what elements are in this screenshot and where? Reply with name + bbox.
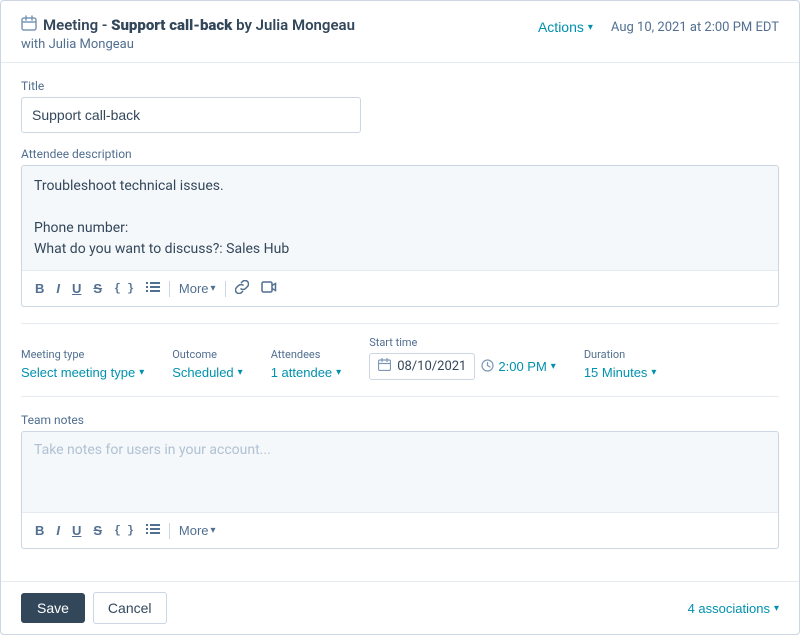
desc-line2 <box>34 197 766 218</box>
toolbar-separator-2 <box>225 281 226 297</box>
associations-label: 4 associations <box>688 601 770 616</box>
description-section: Attendee description Troubleshoot techni… <box>21 147 779 307</box>
save-button[interactable]: Save <box>21 593 85 623</box>
notes-bold-button[interactable]: B <box>30 520 49 541</box>
link-icon <box>235 280 249 297</box>
footer-actions: Save Cancel <box>21 592 167 624</box>
title-text: Meeting - Support call-back by Julia Mon… <box>43 16 355 34</box>
body: Title Attendee description Troubleshoot … <box>1 63 799 581</box>
title-suffix: by Julia Mongeau <box>232 16 355 34</box>
description-box: Troubleshoot technical issues. Phone num… <box>21 165 779 307</box>
link-button[interactable] <box>230 277 254 300</box>
notes-code-button[interactable]: { } <box>109 522 139 540</box>
bold-button[interactable]: B <box>30 278 49 299</box>
header-date: Aug 10, 2021 at 2:00 PM EDT <box>611 20 779 35</box>
associations-chevron-icon: ▾ <box>774 603 779 614</box>
more-button-desc[interactable]: More ▾ <box>174 278 221 299</box>
toolbar-separator-1 <box>169 281 170 297</box>
outcome-value: Scheduled <box>172 365 233 380</box>
italic-button[interactable]: I <box>51 278 65 299</box>
attendees-dropdown[interactable]: 1 attendee ▾ <box>271 365 341 380</box>
time-dropdown[interactable]: 2:00 PM ▾ <box>481 359 555 375</box>
duration-value: 15 Minutes <box>584 365 648 380</box>
associations-button[interactable]: 4 associations ▾ <box>688 601 779 616</box>
header-title: Meeting - Support call-back by Julia Mon… <box>21 15 355 35</box>
date-picker[interactable]: 08/10/2021 <box>369 353 475 380</box>
attendees-value: 1 attendee <box>271 365 332 380</box>
header-right: Actions ▾ Aug 10, 2021 at 2:00 PM EDT <box>532 15 779 39</box>
video-button[interactable] <box>256 277 282 300</box>
outcome-dropdown[interactable]: Scheduled ▾ <box>172 365 242 380</box>
notes-toolbar: B I U S { } <box>22 512 778 548</box>
cancel-button[interactable]: Cancel <box>93 592 167 624</box>
duration-field: Duration 15 Minutes ▾ <box>584 348 657 380</box>
desc-line3: Phone number: <box>34 218 766 239</box>
meeting-type-chevron-icon: ▾ <box>139 367 144 378</box>
meeting-icon <box>21 15 37 35</box>
meeting-type-value: Select meeting type <box>21 365 135 380</box>
duration-label: Duration <box>584 348 657 361</box>
meeting-type-field: Meeting type Select meeting type ▾ <box>21 348 144 380</box>
header-subtitle: with Julia Mongeau <box>21 37 355 52</box>
calendar-icon <box>378 358 391 375</box>
more-button-notes[interactable]: More ▾ <box>174 520 221 541</box>
start-time-field: Start time 08/10/2021 <box>369 336 556 380</box>
underline-button[interactable]: U <box>67 278 86 299</box>
desc-line4: What do you want to discuss?: Sales Hub <box>34 239 766 260</box>
duration-dropdown[interactable]: 15 Minutes ▾ <box>584 365 657 380</box>
notes-content[interactable]: Take notes for users in your account... <box>22 432 778 512</box>
date-value: 08/10/2021 <box>397 359 466 374</box>
title-prefix: Meeting - <box>43 16 111 34</box>
attendees-chevron-icon: ▾ <box>336 367 341 378</box>
time-chevron-icon: ▾ <box>551 361 556 372</box>
time-icon <box>481 359 494 375</box>
start-time-label: Start time <box>369 336 556 349</box>
header: Meeting - Support call-back by Julia Mon… <box>1 1 799 63</box>
title-label: Title <box>21 79 779 93</box>
meta-row: Meeting type Select meeting type ▾ Outco… <box>21 323 779 397</box>
strikethrough-button[interactable]: S <box>88 278 107 299</box>
list-button[interactable] <box>141 277 165 300</box>
meeting-form: Meeting - Support call-back by Julia Mon… <box>0 0 800 635</box>
notes-placeholder: Take notes for users in your account... <box>34 442 271 458</box>
outcome-chevron-icon: ▾ <box>238 367 243 378</box>
time-value: 2:00 PM <box>498 359 546 374</box>
desc-line1: Troubleshoot technical issues. <box>34 176 766 197</box>
title-section: Title <box>21 79 779 133</box>
more-chevron-icon: ▾ <box>211 283 216 294</box>
actions-button[interactable]: Actions ▾ <box>532 15 599 39</box>
notes-strikethrough-button[interactable]: S <box>88 520 107 541</box>
header-left: Meeting - Support call-back by Julia Mon… <box>21 15 355 52</box>
title-bold: Support call-back <box>111 16 232 34</box>
meeting-type-dropdown[interactable]: Select meeting type ▾ <box>21 365 144 380</box>
outcome-label: Outcome <box>172 348 242 361</box>
notes-section: Team notes Take notes for users in your … <box>21 413 779 549</box>
notes-label: Team notes <box>21 413 779 427</box>
notes-italic-button[interactable]: I <box>51 520 65 541</box>
actions-chevron-icon: ▾ <box>588 22 593 33</box>
title-input[interactable] <box>21 97 361 133</box>
code-button[interactable]: { } <box>109 280 139 298</box>
notes-more-chevron-icon: ▾ <box>211 525 216 536</box>
meeting-type-label: Meeting type <box>21 348 144 361</box>
notes-list-button[interactable] <box>141 519 165 542</box>
footer: Save Cancel 4 associations ▾ <box>1 581 799 634</box>
attendees-label: Attendees <box>271 348 341 361</box>
notes-toolbar-separator <box>169 523 170 539</box>
description-toolbar: B I U S { } <box>22 270 778 306</box>
notes-box: Take notes for users in your account... … <box>21 431 779 549</box>
description-content[interactable]: Troubleshoot technical issues. Phone num… <box>22 166 778 270</box>
attendees-field: Attendees 1 attendee ▾ <box>271 348 341 380</box>
actions-label: Actions <box>538 19 584 35</box>
description-label: Attendee description <box>21 147 779 161</box>
duration-chevron-icon: ▾ <box>651 367 656 378</box>
notes-underline-button[interactable]: U <box>67 520 86 541</box>
video-icon <box>261 280 277 297</box>
outcome-field: Outcome Scheduled ▾ <box>172 348 242 380</box>
